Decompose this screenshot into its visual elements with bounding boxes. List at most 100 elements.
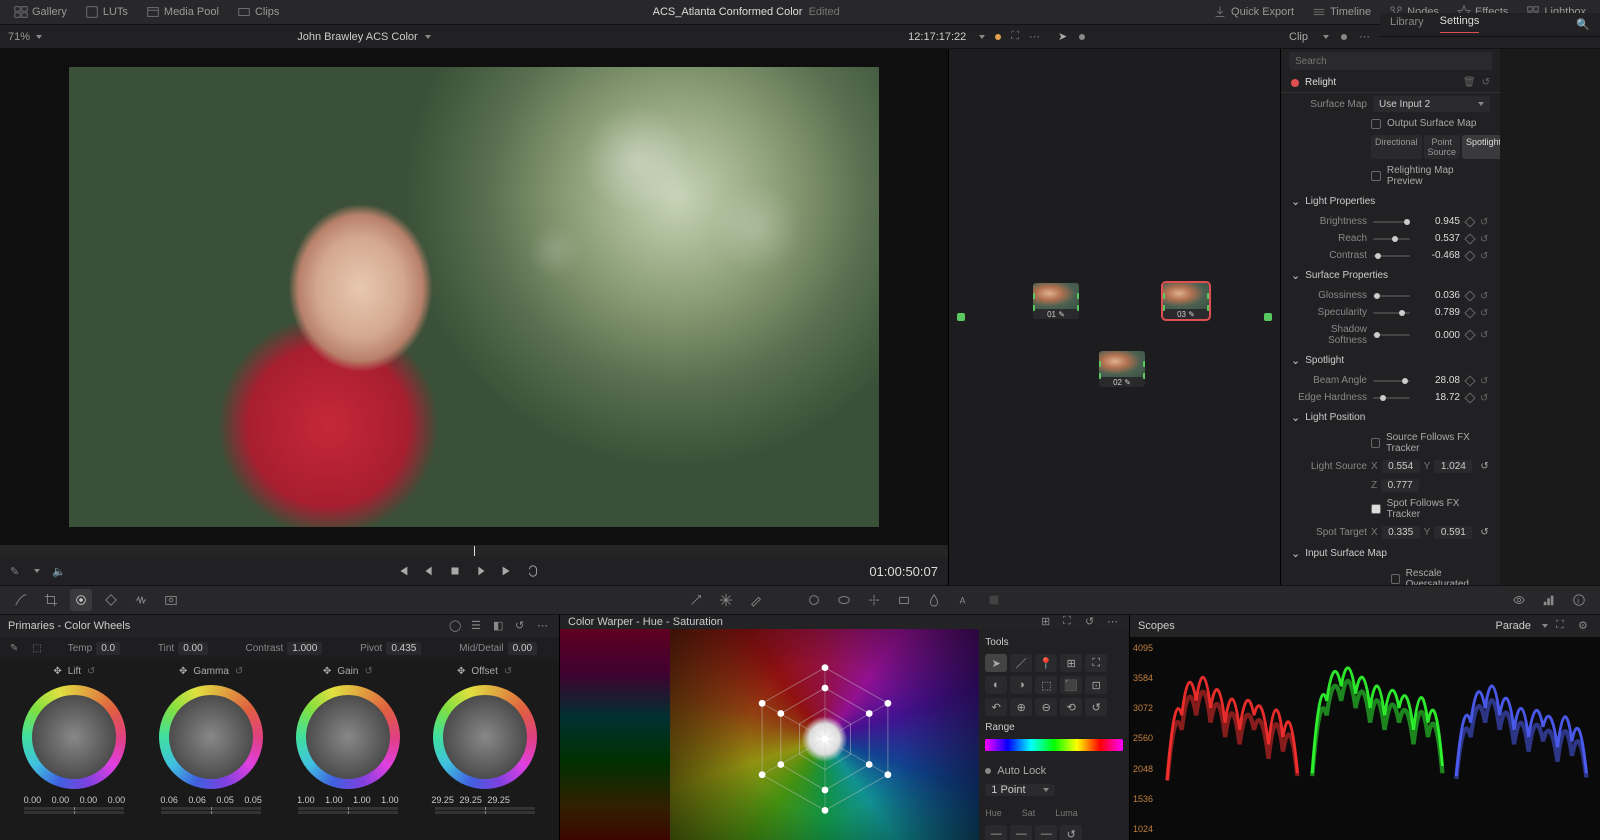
gain-expand-icon[interactable]: ✥ xyxy=(323,666,331,677)
reach-slider[interactable] xyxy=(1373,238,1410,240)
offset-master-slider[interactable] xyxy=(435,807,535,817)
autolock-dot[interactable] xyxy=(985,768,991,774)
reset-icon[interactable]: ↺ xyxy=(1480,234,1490,244)
keyframe-icon[interactable] xyxy=(1464,392,1475,403)
surface-props-section[interactable]: Surface Properties xyxy=(1281,264,1500,287)
st-x-field[interactable]: 0.335 xyxy=(1382,526,1420,539)
specularity-slider[interactable] xyxy=(1373,312,1410,314)
light-position-section[interactable]: Light Position xyxy=(1281,406,1500,429)
trash-icon[interactable]: 🗑 xyxy=(1463,77,1476,88)
lift-expand-icon[interactable]: ✥ xyxy=(53,666,61,677)
lift-reset-icon[interactable]: ↺ xyxy=(87,666,95,677)
zoom-level[interactable]: 71% xyxy=(8,31,30,43)
wt-g-icon[interactable]: ⊕ xyxy=(1010,698,1032,716)
gamma-master-slider[interactable] xyxy=(161,807,261,817)
warper-grid-icon[interactable]: ⊞ xyxy=(1041,615,1055,629)
scope-expand-icon[interactable]: ⛶ xyxy=(1556,619,1570,633)
keyframe-icon[interactable] xyxy=(1464,375,1475,386)
edge-hardness-slider[interactable] xyxy=(1373,397,1410,399)
last-frame-button[interactable] xyxy=(500,564,514,578)
graph-output-port[interactable] xyxy=(1264,313,1272,321)
luts-tab[interactable]: LUTs xyxy=(79,3,134,21)
keyframe-icon[interactable] xyxy=(1464,329,1475,340)
expand-icon[interactable]: ⛶ xyxy=(1011,30,1019,43)
offset-expand-icon[interactable]: ✥ xyxy=(457,666,465,677)
wt-a-icon[interactable]: ◐ xyxy=(985,676,1007,694)
reset-icon[interactable]: ↺ xyxy=(1480,291,1490,301)
info-icon[interactable]: i xyxy=(1568,589,1590,611)
bars-mode-icon[interactable]: ☰ xyxy=(471,619,485,633)
quick-export-button[interactable]: Quick Export xyxy=(1207,3,1300,21)
wt-c-icon[interactable]: ⬚ xyxy=(1035,676,1057,694)
luma-slider-icon[interactable]: — xyxy=(1035,825,1057,840)
relight-preview-checkbox[interactable] xyxy=(1371,171,1381,181)
contrast-value[interactable]: 1.000 xyxy=(287,642,322,655)
sizing-icon[interactable] xyxy=(983,589,1005,611)
warper-menu-icon[interactable]: ⋯ xyxy=(1107,615,1121,629)
log-mode-icon[interactable]: ◧ xyxy=(493,619,507,633)
crop-tool-icon[interactable] xyxy=(40,589,62,611)
wt-f-icon[interactable]: ↶ xyxy=(985,698,1007,716)
source-follows-checkbox[interactable] xyxy=(1371,438,1380,448)
warper-hue-strip[interactable] xyxy=(560,629,670,840)
first-frame-button[interactable] xyxy=(396,564,410,578)
stabilize-icon[interactable] xyxy=(893,589,915,611)
wt-b-icon[interactable]: ◑ xyxy=(1010,676,1032,694)
reset-primaries-icon[interactable]: ↺ xyxy=(515,619,529,633)
pointer-tool-icon[interactable]: ➤ xyxy=(1058,30,1067,43)
keyframe-icon[interactable] xyxy=(1464,250,1475,261)
ls-z-field[interactable]: 0.777 xyxy=(1381,479,1419,492)
draw-tool-icon[interactable]: ／ xyxy=(1010,654,1032,672)
glossiness-slider[interactable] xyxy=(1373,295,1410,297)
surface-map-select[interactable]: Use Input 2 xyxy=(1373,96,1490,112)
blur-icon[interactable] xyxy=(923,589,945,611)
autolock-select[interactable]: 1 Point xyxy=(985,784,1055,796)
effect-enable-dot[interactable] xyxy=(1291,79,1299,87)
light-props-section[interactable]: Light Properties xyxy=(1281,190,1500,213)
temp-value[interactable]: 0.0 xyxy=(96,642,120,655)
settings-tab[interactable]: Settings xyxy=(1440,15,1480,33)
clip-name[interactable]: John Brawley ACS Color xyxy=(297,31,417,43)
axes-reset-icon[interactable]: ↺ xyxy=(1060,825,1082,840)
keyframe-tool-icon[interactable] xyxy=(100,589,122,611)
scrubber[interactable] xyxy=(0,545,948,557)
wt-h-icon[interactable]: ⊖ xyxy=(1035,698,1057,716)
contrast-slider[interactable] xyxy=(1373,255,1410,257)
tracker-icon[interactable] xyxy=(863,589,885,611)
tint-value[interactable]: 0.00 xyxy=(178,642,207,655)
wt-d-icon[interactable]: ⬛ xyxy=(1060,676,1082,694)
lift-master-slider[interactable] xyxy=(24,807,124,817)
wt-i-icon[interactable]: ⟲ xyxy=(1060,698,1082,716)
light-type-spotlight[interactable]: Spotlight xyxy=(1462,135,1500,159)
gamma-expand-icon[interactable]: ✥ xyxy=(179,666,187,677)
mid/detail-value[interactable]: 0.00 xyxy=(508,642,537,655)
node-03[interactable]: 03 ✎ xyxy=(1163,283,1209,319)
reset-icon[interactable]: ↺ xyxy=(1480,393,1490,403)
stop-button[interactable] xyxy=(448,564,462,578)
library-tab[interactable]: Library xyxy=(1390,16,1424,33)
reset-icon[interactable]: ↺ xyxy=(1480,308,1490,318)
gain-master-slider[interactable] xyxy=(298,807,398,817)
input-surface-section[interactable]: Input Surface Map xyxy=(1281,542,1500,565)
prev-frame-button[interactable] xyxy=(422,564,436,578)
timeline-button[interactable]: Timeline xyxy=(1306,3,1377,21)
waveform-tool-icon[interactable] xyxy=(130,589,152,611)
viewer-canvas[interactable] xyxy=(0,49,948,545)
keyframe-icon[interactable] xyxy=(1464,233,1475,244)
reset-icon[interactable]: ↺ xyxy=(1480,251,1490,261)
reset-icon[interactable]: ↺ xyxy=(1482,77,1490,88)
grid-tool-icon[interactable]: ⊞ xyxy=(1060,654,1082,672)
search-icon[interactable]: 🔍 xyxy=(1576,18,1590,31)
timeline-tool-icon[interactable] xyxy=(70,589,92,611)
magic-wand-icon[interactable] xyxy=(685,589,707,611)
clips-tab[interactable]: Clips xyxy=(231,3,285,21)
offset-reset-icon[interactable]: ↺ xyxy=(504,666,512,677)
pivot-value[interactable]: 0.435 xyxy=(386,642,421,655)
wheels-mode-icon[interactable]: ◯ xyxy=(449,619,463,633)
inspector-search-input[interactable] xyxy=(1289,52,1492,70)
primaries-menu-icon[interactable]: ⋯ xyxy=(537,619,551,633)
scope-mode-select[interactable]: Parade xyxy=(1496,620,1531,632)
scope-settings-icon[interactable]: ⚙ xyxy=(1578,619,1592,633)
graph-input-port[interactable] xyxy=(957,313,965,321)
picker2-icon[interactable]: ⬚ xyxy=(32,643,41,654)
